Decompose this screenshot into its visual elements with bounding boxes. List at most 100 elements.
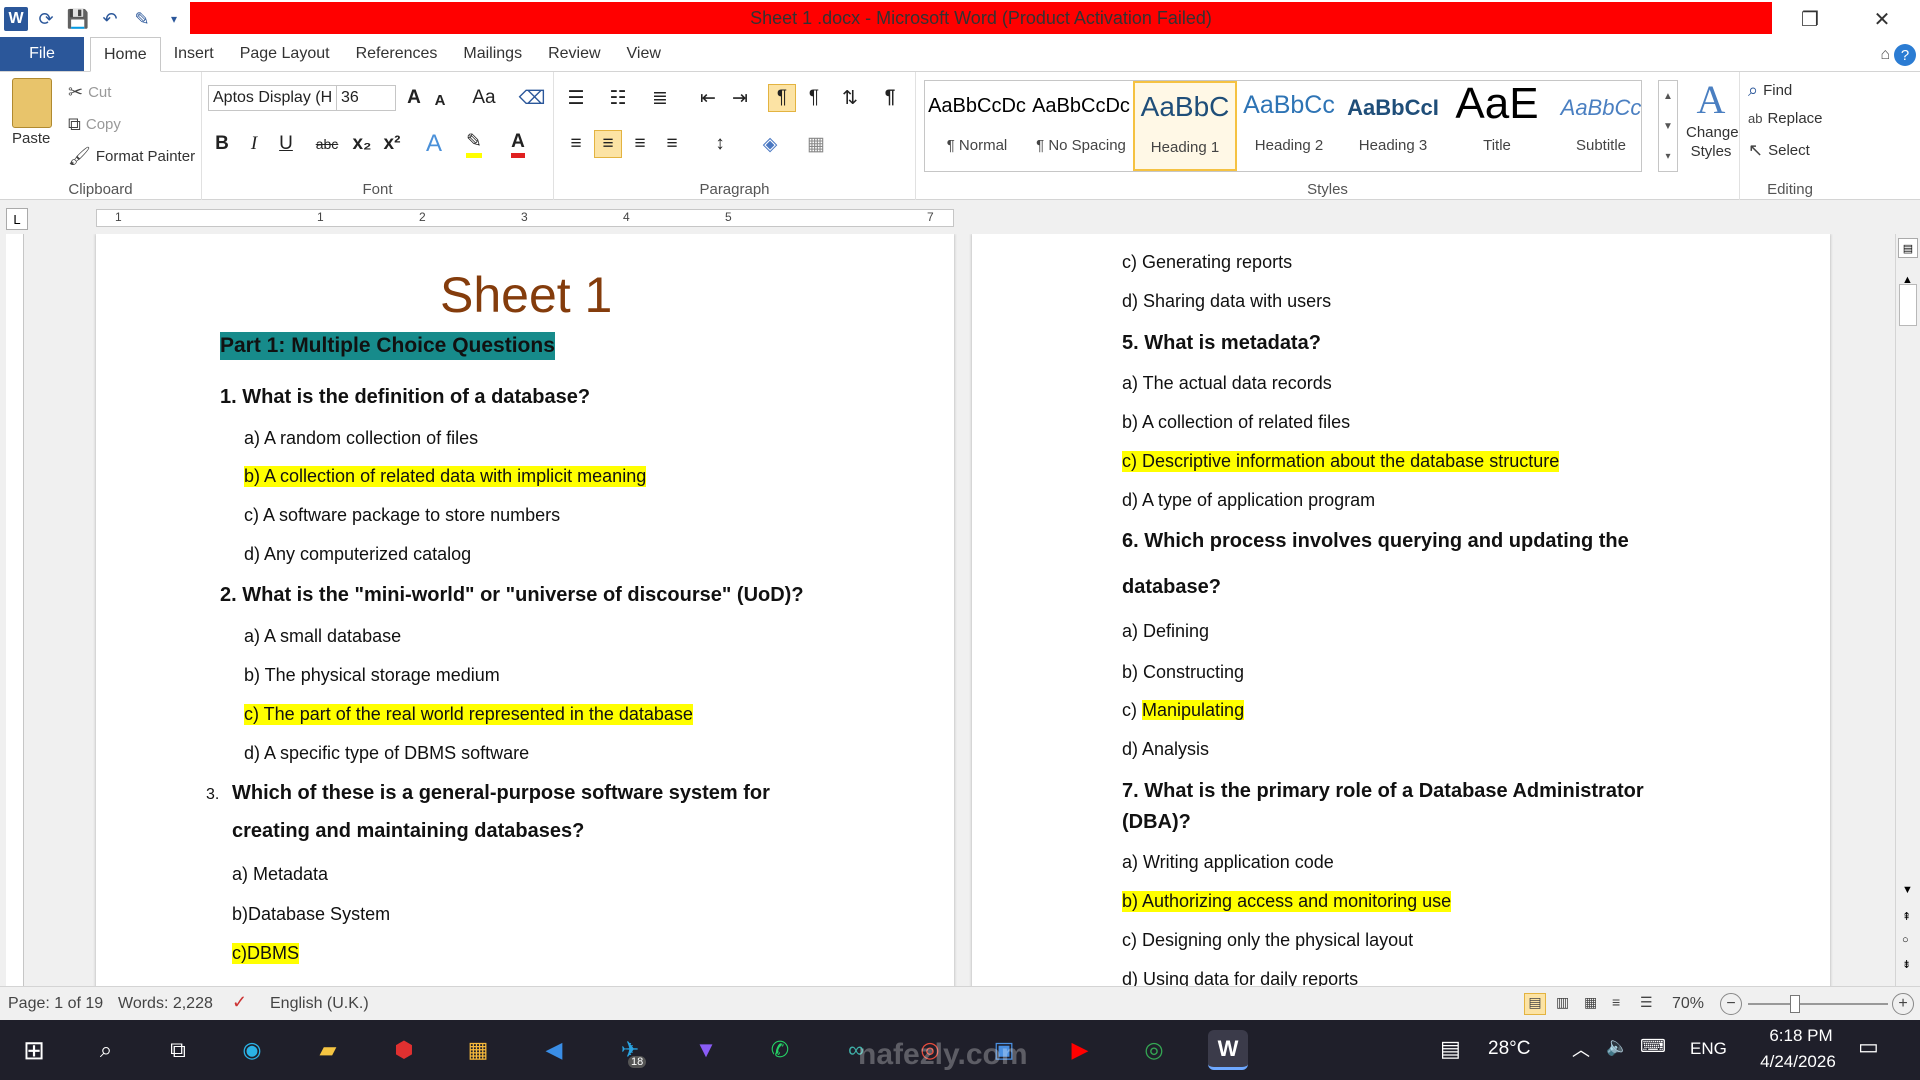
clear-formatting-icon[interactable]: ⌫ [518, 84, 546, 112]
vscode-icon[interactable]: ◀ [534, 1030, 574, 1070]
select-button[interactable]: ↖ Select [1748, 140, 1810, 161]
rtl-icon[interactable]: ¶ [800, 84, 828, 112]
bold-button[interactable]: B [208, 130, 236, 158]
web-layout-icon[interactable]: ▦ [1584, 994, 1597, 1011]
underline-button[interactable]: U [272, 130, 300, 158]
windows-start-icon[interactable]: ⊞ [14, 1030, 54, 1070]
italic-button[interactable]: I [240, 130, 268, 158]
input-language[interactable]: ENG [1690, 1039, 1727, 1059]
zoom-in-icon[interactable]: + [1892, 993, 1914, 1015]
zoom-out-icon[interactable]: − [1720, 993, 1742, 1015]
align-left-icon[interactable]: ≡ [562, 130, 590, 158]
increase-indent-icon[interactable]: ⇥ [726, 84, 754, 112]
change-styles-button[interactable]: A Change Styles [1686, 76, 1739, 161]
align-center-icon[interactable]: ≡ [594, 130, 622, 158]
superscript-button[interactable]: x² [378, 130, 406, 158]
browse-object-icon[interactable]: ○ [1902, 934, 1909, 946]
text-effects-icon[interactable]: A [420, 130, 448, 158]
ltr-icon[interactable]: ¶ [768, 84, 796, 112]
shading-icon[interactable]: ◈ [756, 130, 784, 158]
style-no-spacing[interactable]: AaBbCcDc ¶ No Spacing [1029, 81, 1133, 171]
refresh-icon[interactable]: ⟳ [32, 5, 60, 33]
tab-selector[interactable]: L [6, 208, 28, 230]
draft-icon[interactable]: ☰ [1640, 994, 1653, 1011]
tab-view[interactable]: View [614, 37, 674, 71]
next-page-icon[interactable]: ⇟ [1902, 958, 1911, 971]
close-button[interactable]: ✕ [1852, 0, 1912, 38]
align-right-icon[interactable]: ≡ [626, 130, 654, 158]
clock-time[interactable]: 6:18 PM [1756, 1026, 1846, 1046]
tray-chevron-icon[interactable]: ︿ [1572, 1036, 1590, 1062]
style-heading-1[interactable]: AaBbC Heading 1 [1133, 81, 1237, 171]
view-ruler-icon[interactable]: ▤ [1898, 238, 1918, 258]
print-layout-icon[interactable]: ▤ [1524, 993, 1546, 1015]
zoom-level[interactable]: 70% [1672, 995, 1704, 1013]
tab-review[interactable]: Review [535, 37, 613, 71]
youtube-icon[interactable]: ▶ [1060, 1030, 1100, 1070]
page-1[interactable]: Sheet 1 Part 1: Multiple Choice Question… [96, 234, 954, 986]
task-view-icon[interactable]: ⧉ [158, 1030, 198, 1070]
page-2[interactable]: c) Generating reports d) Sharing data wi… [972, 234, 1830, 986]
word-taskbar-icon[interactable]: W [1208, 1030, 1248, 1070]
strikethrough-button[interactable]: abc [310, 130, 344, 158]
word-logo-icon[interactable]: W [4, 7, 28, 31]
weather-temp[interactable]: 28°C [1488, 1038, 1530, 1060]
minimize-ribbon-icon[interactable]: ⌂ [1880, 46, 1890, 64]
tab-file[interactable]: File [0, 37, 84, 71]
volume-icon[interactable]: 🔈 [1606, 1036, 1628, 1057]
zoom-slider-thumb[interactable] [1790, 995, 1800, 1013]
zoom-slider[interactable] [1748, 1003, 1888, 1005]
tab-references[interactable]: References [343, 37, 451, 71]
language-status[interactable]: English (U.K.) [270, 995, 369, 1013]
numbering-icon[interactable]: ☷ [604, 84, 632, 112]
edge-icon[interactable]: ◉ [232, 1030, 272, 1070]
subscript-button[interactable]: x₂ [348, 130, 376, 158]
notifications-icon[interactable]: ▭ [1858, 1034, 1879, 1060]
ruler-bar[interactable]: 1 1 2 3 4 5 7 [96, 209, 954, 227]
help-icon[interactable]: ? [1894, 44, 1916, 66]
line-spacing-icon[interactable]: ↕ [706, 130, 734, 158]
decrease-indent-icon[interactable]: ⇤ [694, 84, 722, 112]
format-painter-button[interactable]: 🖌 Format Painter [68, 146, 195, 167]
justify-icon[interactable]: ≡ [658, 130, 686, 158]
word-count[interactable]: Words: 2,228 [118, 995, 213, 1013]
file-explorer-icon[interactable]: ▰ [308, 1030, 348, 1070]
highlight-icon[interactable]: ✎ [460, 130, 488, 158]
prev-page-icon[interactable]: ⇞ [1902, 910, 1911, 923]
proofing-icon[interactable]: ✓ [232, 992, 247, 1013]
store-icon[interactable]: ▦ [458, 1030, 498, 1070]
undo-icon[interactable]: ↶ [96, 5, 124, 33]
shrink-font-button[interactable]: A [426, 86, 454, 114]
whatsapp-icon[interactable]: ✆ [760, 1030, 800, 1070]
font-size-select[interactable]: 36 [336, 85, 396, 111]
chrome-profile-icon[interactable]: ◎ [1134, 1030, 1174, 1070]
change-case-button[interactable]: Aa [464, 84, 504, 112]
gallery-scroll[interactable]: ▲ ▼ ▾ [1658, 80, 1678, 172]
tab-mailings[interactable]: Mailings [450, 37, 535, 71]
full-screen-reading-icon[interactable]: ▥ [1556, 994, 1569, 1011]
clock-date[interactable]: 4/24/2026 [1746, 1052, 1850, 1072]
find-button[interactable]: ⌕ Find [1748, 80, 1792, 101]
grow-font-button[interactable]: A [400, 84, 428, 112]
scroll-thumb[interactable] [1899, 284, 1917, 326]
tab-home[interactable]: Home [90, 37, 161, 72]
tab-insert[interactable]: Insert [161, 37, 227, 71]
copy-button[interactable]: ⧉ Copy [68, 114, 121, 135]
font-name-select[interactable]: Aptos Display (H [208, 85, 338, 111]
weather-icon[interactable]: ▤ [1440, 1036, 1461, 1062]
keyboard-icon[interactable]: ⌨ [1640, 1036, 1666, 1057]
antivirus-icon[interactable]: ⬢ [384, 1030, 424, 1070]
style-heading-3[interactable]: AaBbCcI Heading 3 [1341, 81, 1445, 171]
vpn-icon[interactable]: ▼ [686, 1030, 726, 1070]
paste-icon[interactable] [12, 78, 52, 128]
search-icon[interactable]: ⌕ [86, 1030, 126, 1070]
vertical-scrollbar[interactable]: ▤ ▲ ▼ ⇞ ○ ⇟ [1895, 234, 1920, 986]
outline-icon[interactable]: ≡ [1612, 994, 1620, 1010]
font-color-icon[interactable]: A [504, 130, 532, 158]
borders-icon[interactable]: ▦ [802, 130, 830, 158]
customize-qat-icon[interactable]: ▾ [160, 5, 188, 33]
sort-icon[interactable]: ⇅ [836, 84, 864, 112]
style-normal[interactable]: AaBbCcDc ¶ Normal [925, 81, 1029, 171]
edit-icon[interactable]: ✎ [128, 5, 156, 33]
show-marks-icon[interactable]: ¶ [876, 84, 904, 112]
